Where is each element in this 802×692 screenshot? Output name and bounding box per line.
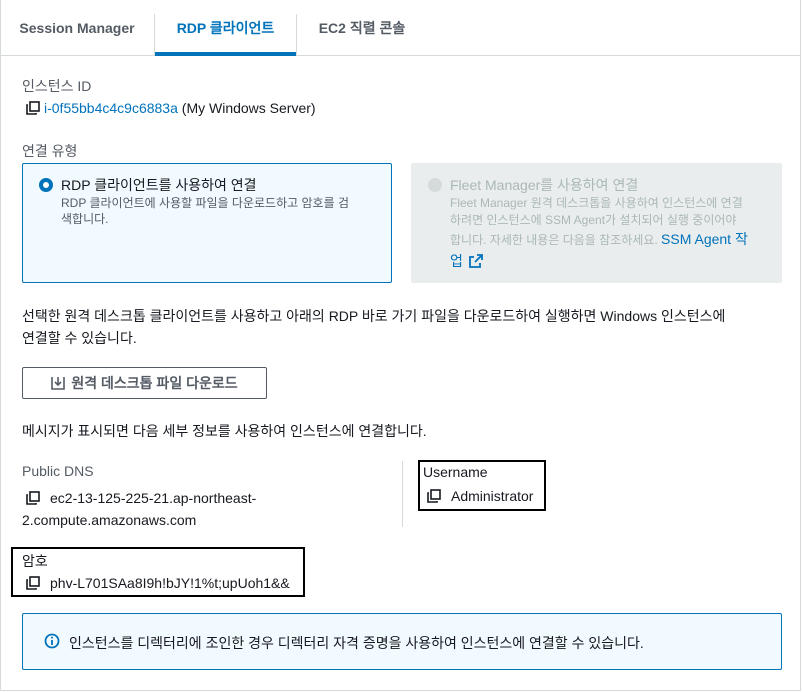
tab-ec2-serial-console[interactable]: EC2 직렬 콘솔 (297, 0, 427, 56)
info-alert: 인스턴스를 디렉터리에 조인한 경우 디렉터리 자격 증명을 사용하여 인스턴스… (22, 613, 782, 670)
info-icon (44, 633, 60, 649)
public-dns-text: ec2-13-125-225-21.ap-northeast- (50, 490, 257, 506)
fleet-option-description: Fleet Manager 원격 데스크톱을 사용하여 인스턴스에 연결 하려면… (450, 195, 748, 272)
copy-icon[interactable] (26, 576, 40, 590)
copy-icon[interactable] (427, 489, 441, 503)
instructions-line: 연결할 수 있습니다. (22, 330, 137, 346)
fleet-desc-line: 업 (450, 250, 748, 272)
password-text: phv-L701SAa8I9h!bJY!1%t;upUoh1&& (50, 575, 290, 591)
fleet-desc-line: 하려면 인스턴스에 SSM Agent가 설치되어 실행 중이어야 (450, 213, 737, 227)
download-rdp-file-button[interactable]: 원격 데스크톱 파일 다운로드 (22, 367, 267, 399)
instance-id-label: 인스턴스 ID (22, 78, 92, 94)
rdp-option-title: RDP 클라이언트를 사용하여 연결 (61, 177, 257, 193)
ssm-agent-link[interactable]: SSM Agent 작 (661, 231, 748, 247)
fleet-desc-line: 합니다. 자세한 내용은 다음을 참조하세요. SSM Agent 작 (450, 229, 748, 250)
download-icon (51, 377, 66, 390)
fleet-option-title: Fleet Manager를 사용하여 연결 (450, 177, 639, 193)
public-dns-text: 2.compute.amazonaws.com (22, 512, 197, 528)
username-label: Username (423, 464, 488, 480)
public-dns-value: ec2-13-125-225-21.ap-northeast- 2.comput… (22, 487, 257, 531)
tab-session-manager[interactable]: Session Manager (0, 0, 154, 56)
username-value: Administrator (427, 488, 533, 504)
rdp-option-description: RDP 클라이언트에 사용할 파일을 다운로드하고 암호를 검 색합니다. (61, 195, 349, 227)
tab-rdp-client[interactable]: RDP 클라이언트 (155, 0, 296, 56)
prompt-text: 메시지가 표시되면 다음 세부 정보를 사용하여 인스턴스에 연결합니다. (22, 423, 427, 439)
column-divider (402, 461, 403, 527)
rdp-desc-line: 색합니다. (61, 212, 109, 226)
fleet-desc-text: 합니다. 자세한 내용은 다음을 참조하세요. (450, 233, 658, 247)
password-value: phv-L701SAa8I9h!bJY!1%t;upUoh1&& (26, 575, 290, 591)
fleet-manager-option: Fleet Manager를 사용하여 연결 Fleet Manager 원격 … (411, 163, 782, 283)
rdp-desc-line: RDP 클라이언트에 사용할 파일을 다운로드하고 암호를 검 (61, 196, 350, 210)
fleet-radio-disabled (428, 178, 442, 192)
connection-type-label: 연결 유형 (22, 143, 78, 159)
active-tab-indicator (155, 52, 296, 56)
username-text: Administrator (451, 488, 534, 504)
password-label: 암호 (22, 553, 48, 569)
instructions-line: 선택한 원격 데스크톱 클라이언트를 사용하고 아래의 RDP 바로 가기 파일… (22, 308, 726, 324)
info-alert-text: 인스턴스를 디렉터리에 조인한 경우 디렉터리 자격 증명을 사용하여 인스턴스… (69, 635, 644, 651)
download-button-label: 원격 데스크톱 파일 다운로드 (71, 375, 238, 391)
copy-icon[interactable] (26, 491, 40, 505)
instance-name: (My Windows Server) (181, 100, 316, 116)
ssm-agent-link-cont[interactable]: 업 (450, 253, 463, 269)
fleet-desc-line: Fleet Manager 원격 데스크톱을 사용하여 인스턴스에 연결 (450, 196, 743, 210)
tab-bar: Session Manager RDP 클라이언트 EC2 직렬 콘솔 (0, 0, 801, 56)
instructions-text: 선택한 원격 데스크톱 클라이언트를 사용하고 아래의 RDP 바로 가기 파일… (22, 305, 725, 349)
instance-id-link[interactable]: i-0f55bb4c4c9c6883a (44, 100, 178, 116)
external-link-icon[interactable] (468, 254, 483, 268)
public-dns-label: Public DNS (22, 463, 94, 479)
instance-id-row: i-0f55bb4c4c9c6883a (My Windows Server) (26, 100, 316, 116)
rdp-client-option[interactable]: RDP 클라이언트를 사용하여 연결 RDP 클라이언트에 사용할 파일을 다운… (22, 163, 392, 283)
rdp-radio-selected[interactable] (39, 178, 53, 192)
copy-icon[interactable] (26, 101, 40, 115)
